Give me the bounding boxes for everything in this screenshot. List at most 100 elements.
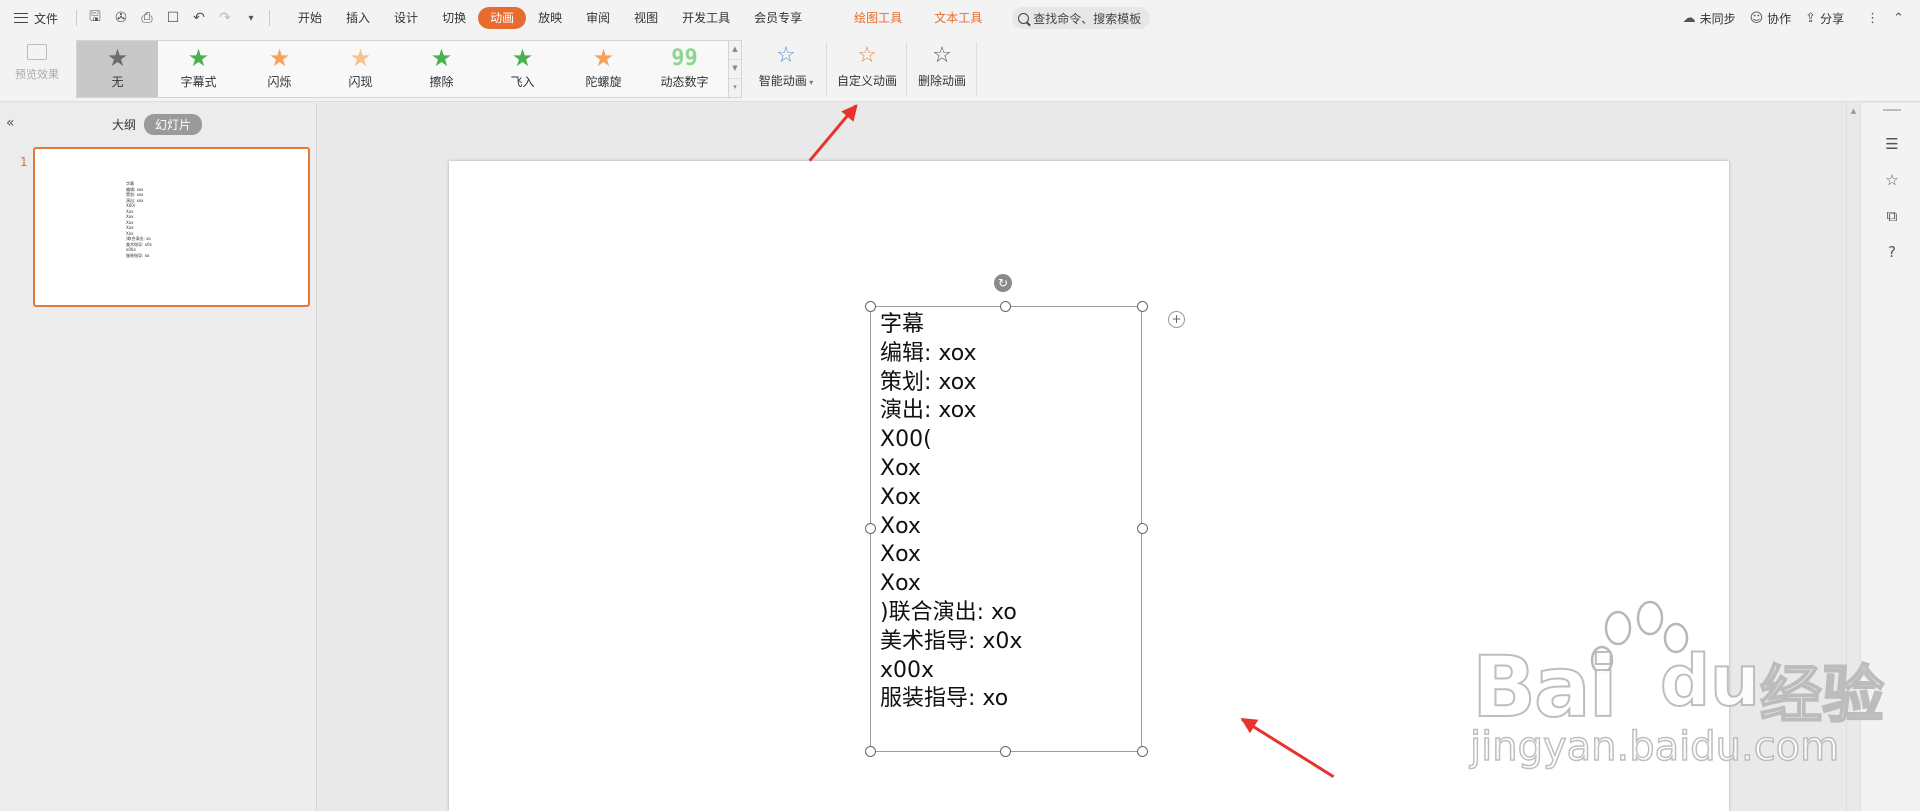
- custom-animation-label: 自定义动画: [836, 74, 897, 88]
- menu-bar: 文件 🖫 ✇ ⎙ ☐ ↶ ↷ ▾ 开始 插入 设计 切换 动画 放映 审阅 视图…: [0, 0, 1920, 36]
- gallery-down-icon[interactable]: ▼: [729, 60, 741, 79]
- gallery-expand-icon[interactable]: ▾: [729, 79, 741, 97]
- tab-developer[interactable]: 开发工具: [670, 7, 742, 29]
- add-element-icon[interactable]: +: [1168, 311, 1185, 328]
- resize-handle-sw[interactable]: [865, 746, 876, 757]
- anim-label: 飞入: [510, 75, 535, 89]
- anim-spin[interactable]: ★ 陀螺旋: [563, 41, 644, 97]
- sync-button[interactable]: ☁ 未同步: [1683, 10, 1736, 27]
- tab-design[interactable]: 设计: [382, 7, 430, 29]
- quick-access-toolbar: 🖫 ✇ ⎙ ☐ ↶ ↷ ▾: [76, 6, 271, 30]
- anim-label: 闪烁: [267, 75, 292, 89]
- text-line: 演出: xox: [880, 398, 977, 424]
- text-line: 字幕: [880, 312, 925, 337]
- anim-wipe[interactable]: ★ 擦除: [401, 41, 482, 97]
- anim-label: 擦除: [429, 75, 454, 89]
- anim-label: 闪现: [348, 75, 373, 89]
- tab-drawing-tools[interactable]: 绘图工具: [838, 7, 918, 29]
- tab-text-tools[interactable]: 文本工具: [918, 7, 998, 29]
- text-line: 编辑: xox: [880, 340, 977, 366]
- anim-label: 动态数字: [660, 75, 709, 89]
- search-placeholder: 查找命令、搜索模板: [1033, 11, 1142, 26]
- print-preview-icon[interactable]: ☐: [165, 10, 181, 26]
- tab-member[interactable]: 会员专享: [742, 7, 814, 29]
- smart-animation-icon: ☆: [776, 43, 796, 68]
- slide-number: 1: [20, 155, 28, 169]
- gallery-scroller[interactable]: ▲ ▼ ▾: [728, 41, 741, 97]
- divider: [976, 42, 977, 96]
- text-box-content[interactable]: 字幕 编辑: xox 策划: xox 演出: xox X00( Xox Xox …: [880, 311, 1022, 714]
- thumbnail-text: 字幕 编辑: xox 策划: xox 演出: xox X00( Xox Xox …: [126, 181, 152, 258]
- resize-handle-se[interactable]: [1137, 746, 1148, 757]
- tab-outline[interactable]: 大纲: [112, 116, 136, 133]
- share-button[interactable]: ⇪ 分享: [1805, 10, 1844, 27]
- person-icon: ☺: [1749, 10, 1764, 26]
- text-line: Xox: [880, 513, 921, 539]
- print-icon[interactable]: ⎙: [139, 10, 155, 26]
- watermark-brand: Bai: [1471, 637, 1619, 737]
- divider: [906, 42, 907, 96]
- text-line: X00(: [880, 427, 932, 453]
- text-line: Xox: [880, 542, 921, 568]
- command-search[interactable]: 查找命令、搜索模板: [1012, 7, 1151, 29]
- smart-animation-button[interactable]: ☆ 智能动画 ▾: [754, 42, 818, 89]
- tab-slideshow[interactable]: 放映: [526, 7, 574, 29]
- collapse-ribbon-icon[interactable]: ⌃: [1893, 11, 1904, 26]
- scroll-up-icon[interactable]: ▲: [1847, 107, 1860, 115]
- collaborate-button[interactable]: ☺ 协作: [1750, 10, 1792, 27]
- preview-effect-button[interactable]: 预览效果: [10, 44, 64, 82]
- resize-handle-w[interactable]: [865, 523, 876, 534]
- delete-animation-label: 删除动画: [917, 74, 966, 88]
- tab-insert[interactable]: 插入: [334, 7, 382, 29]
- rotate-handle-icon[interactable]: ↻: [994, 274, 1012, 292]
- custom-animation-icon: ☆: [857, 43, 877, 68]
- number-99-icon: 99: [671, 46, 698, 71]
- tab-review[interactable]: 审阅: [574, 7, 622, 29]
- anim-none[interactable]: ★ 无: [77, 41, 158, 97]
- resize-handle-nw[interactable]: [865, 301, 876, 312]
- save-icon[interactable]: 🖫: [87, 6, 103, 30]
- customize-toolbar-icon[interactable]: ▾: [243, 13, 259, 24]
- text-line: Xox: [880, 484, 921, 510]
- slides-pane: « 大纲 幻灯片 1 字幕 编辑: xox 策划: xox 演出: xox X0…: [0, 103, 317, 811]
- custom-animation-button[interactable]: ☆ 自定义动画: [834, 42, 900, 89]
- tab-transitions[interactable]: 切换: [430, 7, 478, 29]
- tab-slides[interactable]: 幻灯片: [144, 114, 203, 135]
- anim-fly-in[interactable]: ★ 飞入: [482, 41, 563, 97]
- anim-subtitle[interactable]: ★ 字幕式: [158, 41, 239, 97]
- preview-icon: [27, 44, 47, 60]
- collapse-pane-icon[interactable]: «: [6, 115, 15, 131]
- gallery-up-icon[interactable]: ▲: [729, 41, 741, 60]
- redo-icon[interactable]: ↷: [217, 10, 233, 26]
- properties-icon[interactable]: ☰: [1883, 135, 1901, 153]
- resize-handle-ne[interactable]: [1137, 301, 1148, 312]
- help-icon[interactable]: ?: [1883, 243, 1901, 261]
- collaborate-label: 协作: [1767, 11, 1792, 26]
- delete-animation-button[interactable]: ☆ 删除动画: [912, 42, 972, 89]
- resize-handle-n[interactable]: [1000, 301, 1011, 312]
- text-line: 服装指导: xo: [880, 686, 1009, 712]
- tab-view[interactable]: 视图: [622, 7, 670, 29]
- text-line: Xox: [880, 455, 921, 481]
- tab-home[interactable]: 开始: [286, 7, 334, 29]
- anim-flash[interactable]: ★ 闪现: [320, 41, 401, 97]
- anim-blink[interactable]: ★ 闪烁: [239, 41, 320, 97]
- anim-dynamic-number[interactable]: 99 动态数字: [644, 41, 725, 97]
- slide-thumbnail[interactable]: 字幕 编辑: xox 策划: xox 演出: xox X00( Xox Xox …: [33, 147, 310, 307]
- format-painter-icon[interactable]: ✇: [113, 10, 129, 26]
- resize-handle-e[interactable]: [1137, 523, 1148, 534]
- anim-label: 无: [111, 75, 124, 89]
- menu-right: ☁ 未同步 ☺ 协作 ⇪ 分享 ⋮ ⌃: [1683, 0, 1920, 36]
- strip-grip: [1883, 109, 1901, 111]
- ribbon-tabs: 开始 插入 设计 切换 动画 放映 审阅 视图 开发工具 会员专享 绘图工具 文…: [286, 7, 998, 29]
- undo-icon[interactable]: ↶: [191, 10, 207, 26]
- more-icon[interactable]: ⋮: [1866, 11, 1879, 26]
- star-orange-icon: ★: [268, 44, 291, 72]
- tab-animation[interactable]: 动画: [478, 7, 527, 29]
- text-box[interactable]: 字幕 编辑: xox 策划: xox 演出: xox X00( Xox Xox …: [870, 306, 1142, 752]
- resize-handle-s[interactable]: [1000, 746, 1011, 757]
- text-line: )联合演出: xo: [880, 599, 1017, 625]
- file-menu[interactable]: 文件: [14, 10, 58, 27]
- animation-pane-icon[interactable]: ☆: [1883, 171, 1901, 189]
- slide-switch-icon[interactable]: ⧉: [1883, 207, 1901, 225]
